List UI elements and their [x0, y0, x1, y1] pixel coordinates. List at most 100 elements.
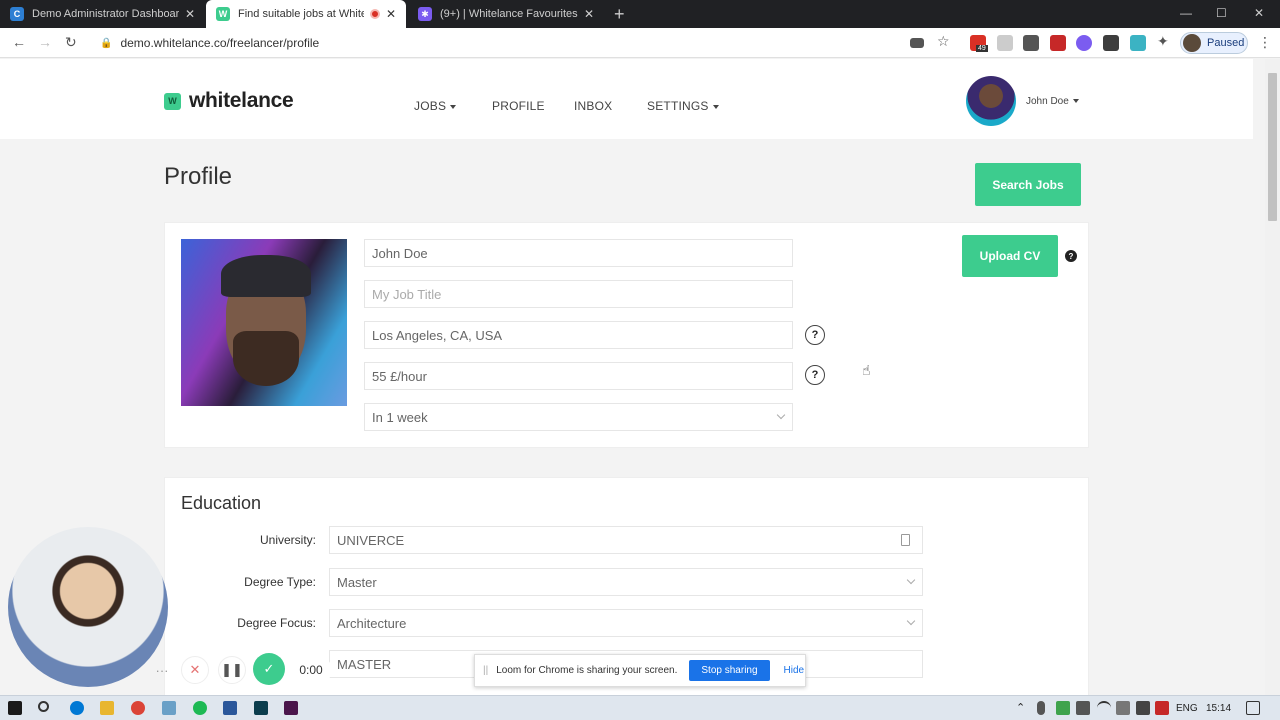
location-help-icon[interactable]: ?	[805, 325, 825, 345]
tab-favicon-icon: C	[10, 7, 24, 21]
tab-close-icon[interactable]: ✕	[584, 7, 594, 21]
minimize-icon[interactable]: —	[1180, 6, 1192, 20]
spotify-icon[interactable]	[193, 701, 207, 715]
maximize-icon[interactable]: ☐	[1216, 6, 1227, 20]
new-tab-icon[interactable]: +	[614, 4, 625, 25]
degree-type-select[interactable]: Master	[329, 568, 923, 596]
tab-title: Find suitable jobs at Whitela	[238, 8, 364, 20]
caret-down-icon	[1072, 99, 1079, 104]
windows-start-icon[interactable]	[8, 701, 22, 715]
hide-button[interactable]: Hide	[784, 665, 805, 676]
name-field[interactable]: John Doe	[364, 239, 793, 267]
profile-button[interactable]: Paused	[1180, 32, 1248, 54]
tray-app-icon[interactable]	[1056, 701, 1070, 715]
profile-photo[interactable]	[181, 239, 347, 406]
user-avatar[interactable]	[966, 76, 1016, 126]
scrollbar-thumb[interactable]	[1268, 73, 1277, 221]
screenshot-extension-icon[interactable]	[1023, 35, 1039, 51]
chrome-icon[interactable]	[131, 701, 145, 715]
shield-extension-icon[interactable]	[997, 35, 1013, 51]
nav-inbox[interactable]: INBOX	[574, 99, 612, 113]
microphone-icon[interactable]	[1037, 701, 1045, 715]
photo-beard	[233, 331, 299, 386]
tray-app-icon[interactable]	[1155, 701, 1169, 715]
user-menu[interactable]: John Doe	[1026, 96, 1079, 107]
pdf-extension-icon[interactable]	[1050, 35, 1066, 51]
tab-close-icon[interactable]: ✕	[386, 7, 396, 21]
share-message: Loom for Chrome is sharing your screen.	[496, 665, 678, 676]
browser-tab-admin-dashboard[interactable]: C Demo Administrator Dashboard ✕	[0, 0, 205, 28]
extension-icon[interactable]	[1103, 35, 1119, 51]
nav-label: SETTINGS	[647, 99, 709, 113]
username-label: John Doe	[1026, 96, 1069, 107]
browser-tab-find-jobs[interactable]: W Find suitable jobs at Whitela ✕	[206, 0, 406, 28]
upload-cv-button[interactable]: Upload CV	[962, 235, 1058, 277]
reload-icon[interactable]: ↻	[65, 34, 77, 51]
chevron-down-icon	[776, 410, 786, 420]
window-close-icon[interactable]: ✕	[1254, 6, 1264, 20]
university-field[interactable]: UNIVERCE	[329, 526, 923, 554]
rate-help-icon[interactable]: ?	[805, 365, 825, 385]
autofill-icon[interactable]	[901, 534, 910, 546]
loom-timer: 0:00	[290, 656, 332, 684]
whitelance-logo[interactable]: W whitelance	[164, 89, 294, 113]
tray-expand-icon[interactable]: ⌃	[1016, 701, 1025, 714]
chevron-down-icon	[906, 575, 916, 585]
loom-webcam-bubble[interactable]	[8, 527, 168, 687]
page-title: Profile	[164, 163, 233, 190]
volume-icon[interactable]	[1136, 701, 1150, 715]
wifi-icon[interactable]	[1097, 701, 1111, 715]
address-bar[interactable]: 🔒 demo.whitelance.co/freelancer/profile	[92, 31, 962, 55]
nav-settings[interactable]: SETTINGS	[647, 99, 719, 113]
loom-extension-icon[interactable]	[1076, 35, 1092, 51]
degree-focus-select[interactable]: Architecture	[329, 609, 923, 637]
word-icon[interactable]	[223, 701, 237, 715]
tray-app-icon[interactable]	[1116, 701, 1130, 715]
site-header: W whitelance JOBS PROFILE INBOX SETTINGS…	[0, 59, 1253, 139]
loom-finish-icon[interactable]: ✓	[253, 653, 285, 685]
loom-pause-icon[interactable]: ❚❚	[218, 656, 246, 684]
bookmark-star-icon[interactable]: ☆	[937, 33, 950, 50]
skype-icon[interactable]	[70, 701, 84, 715]
extension-icon[interactable]	[1130, 35, 1146, 51]
tab-close-icon[interactable]: ✕	[185, 7, 195, 21]
browser-tab-favourites[interactable]: ✱ (9+) | Whitelance Favourites & Sl ✕	[408, 0, 604, 28]
search-icon[interactable]	[38, 701, 49, 712]
tab-favicon-icon: W	[216, 7, 230, 21]
loom-cancel-icon[interactable]: ✕	[181, 656, 209, 684]
app-icon[interactable]	[162, 701, 176, 715]
upload-cv-help-icon[interactable]: ?	[1065, 250, 1077, 262]
forward-icon[interactable]: →	[38, 34, 52, 50]
degree-type-value: Master	[337, 574, 377, 590]
drag-handle-icon[interactable]: ||	[483, 665, 488, 676]
nav-jobs[interactable]: JOBS	[414, 99, 457, 113]
profile-avatar	[1183, 34, 1201, 52]
clock[interactable]: 15:14	[1206, 703, 1231, 714]
degree-focus-value: Architecture	[337, 615, 407, 631]
stop-sharing-button[interactable]: Stop sharing	[689, 660, 770, 681]
file-explorer-icon[interactable]	[100, 701, 114, 715]
hourly-rate-field[interactable]: 55 £/hour	[364, 362, 793, 390]
back-icon[interactable]: ←	[12, 34, 26, 50]
url-text: demo.whitelance.co/freelancer/profile	[120, 36, 320, 50]
tab-favicon-icon: ✱	[418, 7, 432, 21]
photo-hat	[221, 255, 311, 297]
extensions-puzzle-icon[interactable]: ✦	[1157, 33, 1169, 50]
photoshop-icon[interactable]	[254, 701, 268, 715]
location-field[interactable]: Los Angeles, CA, USA	[364, 321, 793, 349]
degree-focus-label: Degree Focus:	[237, 616, 316, 630]
loom-more-icon[interactable]: ···	[148, 656, 176, 684]
language-indicator[interactable]: ENG	[1176, 703, 1198, 714]
job-title-field[interactable]: My Job Title	[364, 280, 793, 308]
search-jobs-button[interactable]: Search Jobs	[975, 163, 1081, 206]
camera-icon[interactable]	[910, 38, 924, 48]
nav-profile[interactable]: PROFILE	[492, 99, 545, 113]
browser-toolbar: ← → ↻ 🔒 demo.whitelance.co/freelancer/pr…	[0, 28, 1280, 58]
page-scrollbar[interactable]	[1265, 59, 1280, 695]
availability-select[interactable]: In 1 week	[364, 403, 793, 431]
windows-taskbar: ⌃ ENG 15:14	[0, 695, 1280, 720]
browser-menu-icon[interactable]: ⋮	[1258, 34, 1272, 51]
tray-app-icon[interactable]	[1076, 701, 1090, 715]
notifications-icon[interactable]	[1246, 701, 1260, 715]
slack-icon[interactable]	[284, 701, 298, 715]
